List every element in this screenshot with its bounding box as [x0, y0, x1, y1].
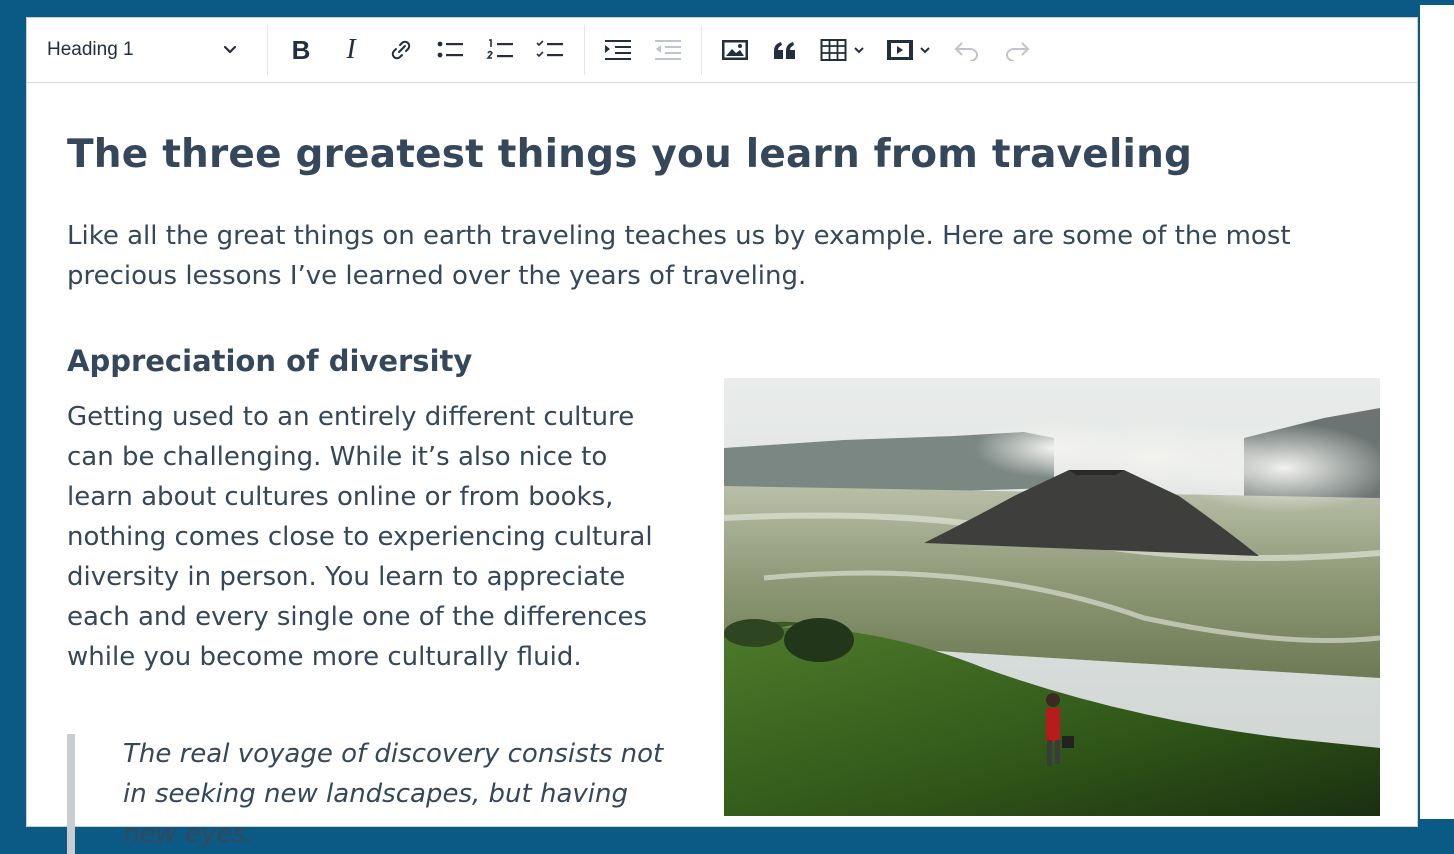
toolbar-separator	[584, 25, 585, 75]
undo-icon	[954, 42, 978, 61]
link-button[interactable]	[380, 30, 422, 70]
quote-text: The real voyage of discovery consists no…	[123, 739, 664, 849]
redo-button[interactable]	[996, 30, 1038, 70]
insert-table-dropdown[interactable]	[814, 30, 872, 70]
checklist-icon	[536, 40, 563, 58]
toolbar-separator	[701, 25, 702, 75]
bullet-list-icon	[437, 41, 463, 58]
block-format-dropdown[interactable]: Heading 1	[27, 18, 259, 82]
table-icon	[820, 39, 847, 61]
checklist-button[interactable]	[530, 30, 572, 70]
volcano-landscape-image[interactable]	[724, 378, 1380, 816]
undo-button[interactable]	[946, 30, 988, 70]
editor-toolbar: Heading 1 B I	[27, 18, 1417, 83]
outdent-button[interactable]	[647, 30, 689, 70]
block-format-value: Heading 1	[47, 39, 134, 60]
chevron-down-icon	[920, 47, 930, 54]
outdent-icon	[655, 40, 681, 60]
quote-icon	[774, 42, 795, 59]
numbered-list-button[interactable]	[480, 30, 522, 70]
italic-icon: I	[346, 34, 356, 65]
insert-image-button[interactable]	[714, 30, 756, 70]
section-heading: Appreciation of diversity	[67, 344, 473, 378]
blockquote-button[interactable]	[764, 30, 806, 70]
indent-icon	[605, 40, 631, 60]
intro-paragraph: Like all the great things on earth trave…	[67, 221, 1291, 291]
bold-icon: B	[291, 34, 311, 65]
chevron-down-icon	[223, 45, 237, 54]
image-icon	[722, 40, 748, 60]
document-title: The three greatest things you learn from…	[67, 132, 1193, 177]
bullet-list-button[interactable]	[430, 30, 472, 70]
italic-button[interactable]: I	[330, 30, 372, 70]
toolbar-separator	[267, 25, 268, 75]
media-icon	[887, 40, 913, 60]
link-icon	[391, 40, 411, 60]
window-edge	[1420, 5, 1454, 819]
indent-button[interactable]	[597, 30, 639, 70]
rich-text-editor: Heading 1 B I The three greatest things …	[26, 17, 1418, 854]
section-paragraph: Getting used to an entirely different cu…	[67, 402, 653, 672]
redo-icon	[1006, 42, 1030, 61]
chevron-down-icon	[854, 47, 864, 54]
blockquote: The real voyage of discovery consists no…	[67, 734, 667, 854]
numbered-list-icon	[486, 39, 513, 59]
insert-media-dropdown[interactable]	[880, 30, 938, 70]
bold-button[interactable]: B	[280, 30, 322, 70]
